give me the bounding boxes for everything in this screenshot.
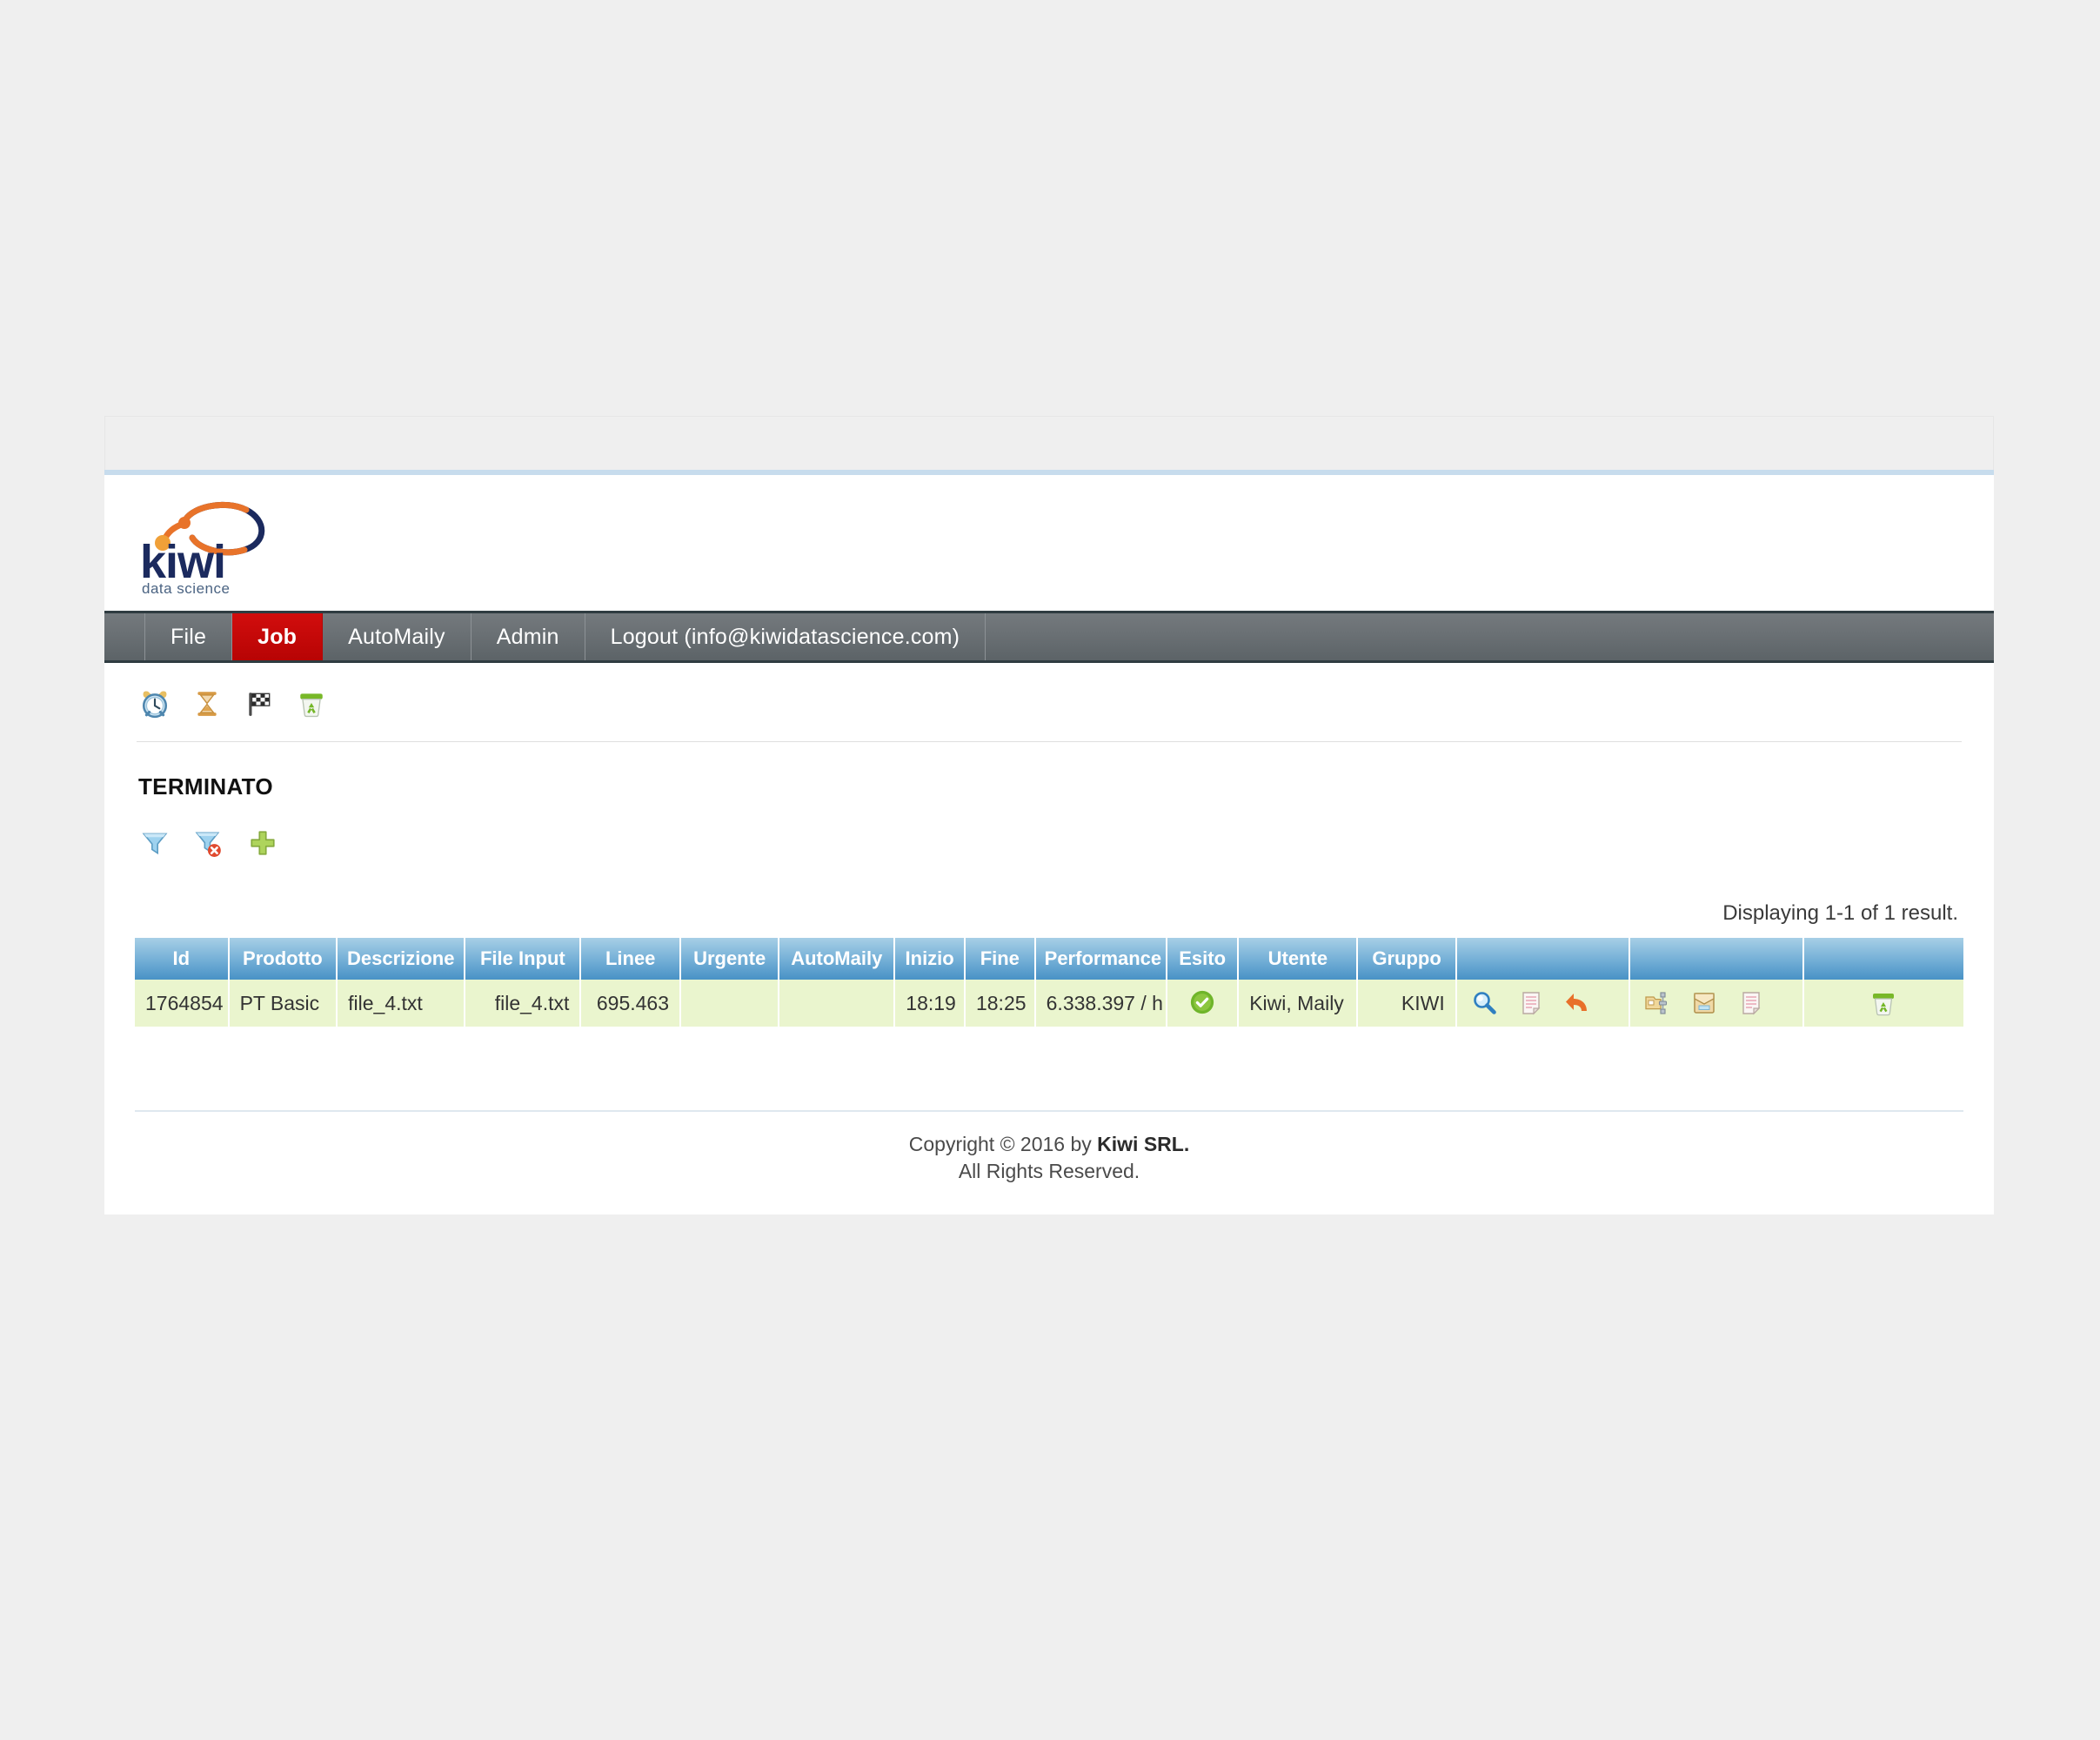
column-header-automaily[interactable]: AutoMaily	[779, 938, 896, 980]
kiwi-logo: kiwi data science	[135, 489, 291, 597]
cell-fine: 18:25	[964, 980, 1036, 1027]
compress-icon[interactable]	[1641, 987, 1674, 1020]
column-header-linee[interactable]: Linee	[580, 938, 682, 980]
column-header-esito[interactable]: Esito	[1167, 938, 1240, 980]
content-area: TERMINATO Displaying 1-1 of 1 result. Id…	[104, 663, 1994, 1027]
cell-gruppo: KIWI	[1357, 980, 1457, 1027]
job-state-toolbar	[135, 663, 1963, 741]
undo-arrow-icon[interactable]	[1562, 987, 1595, 1020]
recycle-bin-icon[interactable]	[295, 687, 328, 720]
column-header-actions-2	[1629, 938, 1804, 980]
nav-item-label: Job	[257, 624, 298, 649]
column-header-file-input[interactable]: File Input	[465, 938, 582, 980]
cell-actions-delete	[1802, 980, 1963, 1027]
svg-text:data science: data science	[142, 580, 230, 597]
cell-inizio: 18:19	[894, 980, 966, 1027]
column-header-actions-1	[1455, 938, 1631, 980]
add-icon[interactable]	[246, 826, 279, 860]
nav-item-automaily[interactable]: AutoMaily	[323, 613, 471, 660]
column-header-fine[interactable]: Fine	[964, 938, 1036, 980]
nav-item-label: Admin	[496, 624, 559, 649]
page-top-strip	[104, 416, 1994, 470]
nav-item-label: AutoMaily	[348, 624, 445, 649]
rights-line: All Rights Reserved.	[958, 1160, 1140, 1183]
filter-toolbar	[135, 800, 1963, 868]
cell-utente: Kiwi, Maily	[1238, 980, 1359, 1027]
filter-icon[interactable]	[138, 826, 171, 860]
filter-clear-icon[interactable]	[192, 826, 225, 860]
cell-performance: 6.338.397 / h	[1034, 980, 1168, 1027]
nav-item-logout[interactable]: Logout (info@kiwidatascience.com)	[585, 613, 986, 660]
cell-id: 1764854	[135, 980, 230, 1027]
cell-linee: 695.463	[580, 980, 682, 1027]
column-header-urgente[interactable]: Urgente	[680, 938, 780, 980]
alarm-clock-icon[interactable]	[138, 687, 171, 720]
jobs-table: Id Prodotto Descrizione File Input Linee…	[135, 938, 1963, 1027]
magnifier-icon[interactable]	[1468, 987, 1501, 1020]
result-summary: Displaying 1-1 of 1 result.	[1722, 901, 1958, 925]
copyright-company: Kiwi SRL.	[1097, 1133, 1190, 1155]
cell-esito	[1167, 980, 1240, 1027]
cell-prodotto: PT Basic	[228, 980, 338, 1027]
site-footer: Copyright © 2016 by Kiwi SRL. All Rights…	[135, 1110, 1963, 1185]
nav-item-file[interactable]: File	[144, 613, 233, 660]
application-root: kiwi data science File Job AutoMaily Adm…	[0, 0, 2100, 1740]
cell-actions-secondary	[1629, 980, 1804, 1027]
copyright-prefix: Copyright © 2016 by	[908, 1133, 1098, 1155]
recycle-bin-icon[interactable]	[1867, 987, 1900, 1020]
column-header-gruppo[interactable]: Gruppo	[1357, 938, 1457, 980]
note-icon[interactable]	[1735, 987, 1768, 1020]
cell-file-input: file_4.txt	[465, 980, 582, 1027]
cell-automaily	[779, 980, 896, 1027]
page-container: kiwi data science File Job AutoMaily Adm…	[104, 470, 1994, 1215]
site-header: kiwi data science	[104, 475, 1994, 611]
column-header-id[interactable]: Id	[135, 938, 230, 980]
column-header-performance[interactable]: Performance	[1034, 938, 1168, 980]
page-title: TERMINATO	[138, 773, 273, 800]
table-row: 1764854 PT Basic file_4.txt file_4.txt 6…	[135, 980, 1963, 1027]
column-header-prodotto[interactable]: Prodotto	[228, 938, 338, 980]
main-navigation: File Job AutoMaily Admin Logout (info@ki…	[104, 611, 1994, 663]
checkered-flag-icon[interactable]	[243, 687, 276, 720]
note-icon[interactable]	[1515, 987, 1548, 1020]
envelope-icon[interactable]	[1688, 987, 1721, 1020]
nav-item-admin[interactable]: Admin	[471, 613, 585, 660]
nav-item-label: File	[171, 624, 207, 649]
nav-item-label: Logout (info@kiwidatascience.com)	[610, 624, 960, 649]
cell-urgente	[680, 980, 780, 1027]
nav-item-job[interactable]: Job	[232, 613, 324, 660]
hourglass-icon[interactable]	[191, 687, 224, 720]
cell-actions-primary	[1455, 980, 1631, 1027]
column-header-utente[interactable]: Utente	[1238, 938, 1359, 980]
copyright-line: Copyright © 2016 by Kiwi SRL.	[135, 1131, 1963, 1158]
column-header-inizio[interactable]: Inizio	[894, 938, 966, 980]
column-header-actions-3	[1802, 938, 1963, 980]
table-header-row: Id Prodotto Descrizione File Input Linee…	[135, 938, 1963, 980]
success-check-icon	[1186, 986, 1219, 1019]
cell-descrizione: file_4.txt	[337, 980, 466, 1027]
column-header-descrizione[interactable]: Descrizione	[337, 938, 466, 980]
